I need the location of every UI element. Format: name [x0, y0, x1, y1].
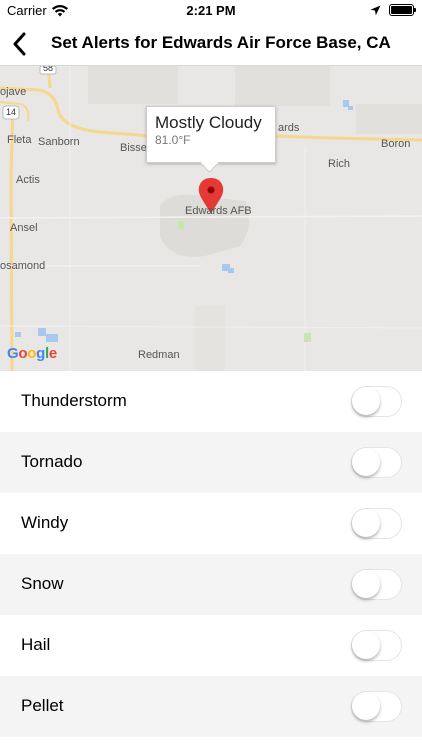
back-button[interactable]	[8, 31, 34, 57]
map-label-rich: Rich	[328, 158, 351, 170]
page-title: Set Alerts for Edwards Air Force Base, C…	[51, 33, 391, 52]
alert-label: Thunderstorm	[21, 391, 127, 410]
status-right	[370, 4, 416, 16]
map-view[interactable]: 58 ojave 14 Sanborn Bisse ards Boron Fle…	[0, 66, 422, 371]
alert-label: Pellet	[21, 696, 64, 715]
alert-label: Windy	[21, 513, 69, 532]
chevron-left-icon	[13, 32, 26, 56]
google-logo: Google	[7, 345, 57, 362]
alert-row-windy: Windy	[0, 493, 422, 554]
alert-row-thunderstorm: Thunderstorm	[0, 371, 422, 432]
map-label-redman: Redman	[138, 349, 180, 361]
status-bar: Carrier 2:21 PM	[0, 0, 422, 22]
alert-label: Hail	[21, 635, 51, 654]
alert-row-tornado: Tornado	[0, 432, 422, 493]
alert-row-pellet: Pellet	[0, 676, 422, 737]
toggle-knob	[352, 509, 380, 537]
tornado-toggle[interactable]	[351, 447, 402, 478]
map-label-fleta: Fleta	[7, 134, 32, 146]
map-label-edwards-afb: Edwards AFB	[185, 205, 252, 217]
alert-row-snow: Snow	[0, 554, 422, 615]
map-label-rosamond: osamond	[0, 260, 46, 272]
alert-list: Thunderstorm Tornado Windy Snow Hail Pel…	[0, 371, 422, 737]
alert-label: Tornado	[21, 452, 83, 471]
toggle-knob	[352, 692, 380, 720]
map-label-bisse: Bisse	[120, 142, 147, 154]
snow-toggle[interactable]	[351, 569, 402, 600]
alert-label: Snow	[21, 574, 64, 593]
map-label-ansel: Ansel	[10, 222, 38, 234]
weather-temperature: 81.0°F	[155, 133, 191, 147]
highway-58-label: 58	[43, 66, 54, 73]
navigation-bar: Set Alerts for Edwards Air Force Base, C…	[0, 22, 422, 66]
hail-toggle[interactable]	[351, 630, 402, 661]
toggle-knob	[352, 448, 380, 476]
map-label-edwards: ards	[278, 122, 300, 134]
map-label-mojave: ojave	[0, 86, 27, 98]
toggle-knob	[352, 387, 380, 415]
status-time: 2:21 PM	[186, 3, 236, 18]
thunderstorm-toggle[interactable]	[351, 386, 402, 417]
pellet-toggle[interactable]	[351, 691, 402, 722]
toggle-knob	[352, 631, 380, 659]
map-label-sanborn: Sanborn	[38, 136, 80, 148]
weather-callout[interactable]: Mostly Cloudy 81.0°F	[146, 106, 276, 163]
battery-icon	[389, 4, 416, 16]
windy-toggle[interactable]	[351, 508, 402, 539]
toggle-knob	[352, 570, 380, 598]
map-label-boron: Boron	[381, 138, 411, 150]
location-arrow-icon	[370, 5, 381, 15]
highway-14-label: 14	[6, 107, 17, 117]
battery-level	[391, 6, 412, 14]
map-label-actis: Actis	[16, 174, 40, 186]
weather-condition: Mostly Cloudy	[155, 113, 262, 132]
alert-row-hail: Hail	[0, 615, 422, 676]
